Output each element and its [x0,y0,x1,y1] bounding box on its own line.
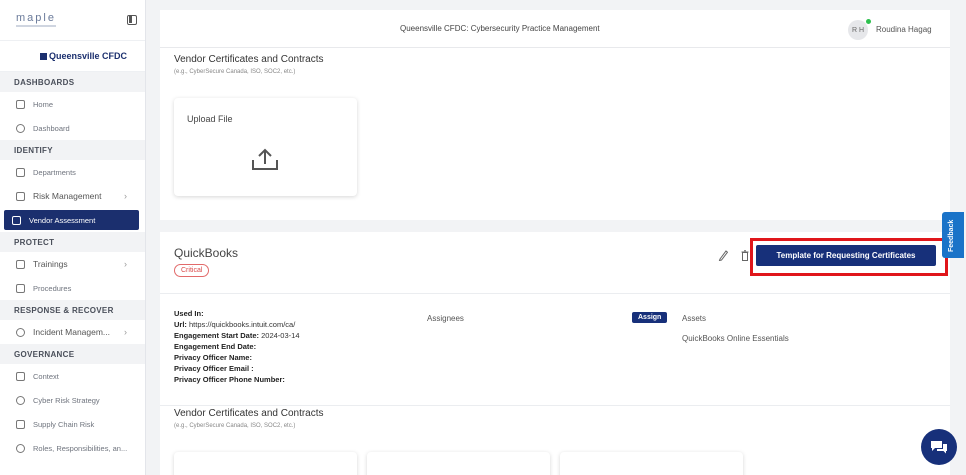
vendor-name: QuickBooks [174,246,239,260]
procedures-icon [16,283,25,293]
section-dashboards: DASHBOARDS [0,72,145,92]
sidebar-item-vendor-assessment[interactable]: Vendor Assessment [4,210,139,230]
vendor-details: Used In: Url: https://quickbooks.intuit.… [174,308,300,385]
sidebar-item-label: Dashboard [33,123,70,133]
privacy-phone-label: Privacy Officer Phone Number: [174,375,285,384]
page-title: Queensville CFDC: Cybersecurity Practice… [400,24,600,33]
departments-icon [16,167,25,177]
vendor-panel: QuickBooks Critical Template for Request… [160,232,950,475]
certificate-card[interactable] [367,452,550,475]
privacy-name-label: Privacy Officer Name: [174,353,252,362]
feedback-tab[interactable]: Feedback [942,212,964,258]
logo-row: maple [0,0,145,40]
sidebar-item-label: Risk Management [33,191,102,201]
collapse-sidebar-icon[interactable] [127,15,137,25]
chevron-right-icon: › [124,327,127,337]
sidebar-item-risk-management[interactable]: Risk Management › [0,184,145,208]
edit-icon[interactable] [718,249,728,261]
chevron-right-icon: › [124,259,127,269]
sidebar-item-home[interactable]: Home [0,92,145,116]
section-governance: GOVERNANCE [0,344,145,364]
sidebar-item-dashboard[interactable]: Dashboard [0,116,145,140]
url-value[interactable]: https://quickbooks.intuit.com/ca/ [189,320,295,329]
sidebar-item-label: Incident Managem... [33,327,111,337]
criticality-badge: Critical [174,264,210,277]
chevron-right-icon: › [124,191,127,201]
vendor-certificates-title: Vendor Certificates and Contracts [174,408,324,419]
home-icon [16,99,25,109]
assignees-label: Assignees [427,314,464,323]
chat-button[interactable] [921,429,957,465]
assets-label: Assets [682,314,707,323]
roles-icon [16,443,25,453]
strategy-icon [16,395,25,405]
sidebar-item-label: Home [33,99,54,109]
certificate-card[interactable] [560,452,743,475]
top-bar: Queensville CFDC: Cybersecurity Practice… [160,10,950,48]
sidebar-item-label: Vendor Assessment [29,215,96,225]
end-date-label: Engagement End Date: [174,342,257,351]
online-status-dot [866,19,871,24]
org-name: Queensville CFDC [49,51,128,61]
section-protect: PROTECT [0,232,145,252]
org-selector[interactable]: Queensville CFDC [0,40,145,72]
sidebar-item-cyber-risk-strategy[interactable]: Cyber Risk Strategy [0,388,145,412]
divider [160,405,950,406]
used-in-label: Used In: [174,309,204,318]
sidebar-item-label: Roles, Responsibilities, an... [33,443,128,453]
risk-icon [16,191,25,201]
start-date-label: Engagement Start Date: [174,331,260,340]
upload-file-card[interactable]: Upload File [174,98,357,196]
start-date-value: 2024-03-14 [261,331,300,340]
certificate-card[interactable] [174,452,357,475]
trainings-icon [16,259,25,269]
certificates-panel: Vendor Certificates and Contracts (e.g.,… [160,48,950,220]
sidebar: maple Queensville CFDC DASHBOARDS Home D… [0,0,146,475]
context-icon [16,371,25,381]
privacy-email-label: Privacy Officer Email : [174,364,254,373]
divider [160,293,950,294]
trash-icon[interactable] [741,250,749,261]
chat-icon [931,441,947,454]
sidebar-item-trainings[interactable]: Trainings › [0,252,145,276]
logo-underline [16,25,56,27]
sidebar-item-roles[interactable]: Roles, Responsibilities, an... [0,436,145,460]
sidebar-item-label: Supply Chain Risk [33,419,95,429]
certificates-subtitle: (e.g., CyberSecure Canada, ISO, SOC2, et… [174,69,296,75]
sidebar-item-procedures[interactable]: Procedures [0,276,145,300]
url-label: Url: [174,320,187,329]
avatar[interactable]: R H [848,20,868,40]
asset-value: QuickBooks Online Essentials [682,334,789,343]
sidebar-item-label: Context [33,371,59,381]
sidebar-item-departments[interactable]: Departments [0,160,145,184]
logo: maple [16,12,56,24]
sidebar-item-context[interactable]: Context [0,364,145,388]
section-response-recover: RESPONSE & RECOVER [0,300,145,320]
user-name[interactable]: Roudina Hagag [876,25,932,34]
feedback-label: Feedback [948,219,955,252]
app: maple Queensville CFDC DASHBOARDS Home D… [0,0,966,475]
sidebar-item-label: Departments [33,167,76,177]
vendor-icon [12,215,21,225]
upload-file-label: Upload File [187,114,233,124]
certificates-title: Vendor Certificates and Contracts [174,54,324,65]
dashboard-icon [16,123,25,133]
sidebar-item-label: Cyber Risk Strategy [33,395,100,405]
building-icon [40,52,47,60]
highlight-box [750,238,948,276]
vendor-certificates-subtitle: (e.g., CyberSecure Canada, ISO, SOC2, et… [174,423,296,429]
supply-chain-icon [16,419,25,429]
upload-icon[interactable] [250,148,280,172]
sidebar-item-label: Trainings [33,259,68,269]
assign-button[interactable]: Assign [632,312,668,323]
sidebar-item-supply-chain-risk[interactable]: Supply Chain Risk [0,412,145,436]
section-identify: IDENTIFY [0,140,145,160]
sidebar-item-incident-management[interactable]: Incident Managem... › [0,320,145,344]
incident-icon [16,327,25,337]
sidebar-item-label: Procedures [33,283,72,293]
